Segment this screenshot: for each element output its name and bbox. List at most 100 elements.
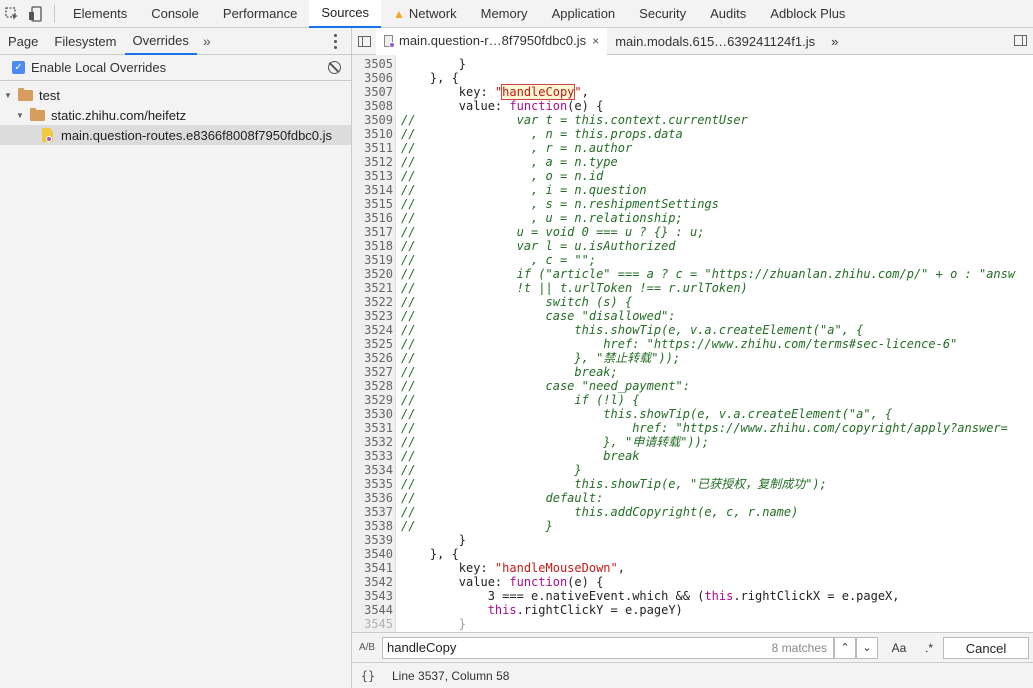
line-number[interactable]: 3530 bbox=[352, 407, 393, 421]
cancel-button[interactable]: Cancel bbox=[943, 637, 1029, 659]
code-line[interactable]: 3515 // , s = n.reshipmentSettings bbox=[352, 197, 1033, 211]
tab-adblock-plus[interactable]: Adblock Plus bbox=[758, 0, 857, 28]
line-number[interactable]: 3536 bbox=[352, 491, 393, 505]
editor-tab-question-routes[interactable]: main.question-r…8f7950fdbc0.js × bbox=[376, 27, 608, 55]
code-line[interactable]: 3513 // , o = n.id bbox=[352, 169, 1033, 183]
line-number[interactable]: 3527 bbox=[352, 365, 393, 379]
tab-sources[interactable]: Sources bbox=[309, 0, 382, 28]
line-number[interactable]: 3514 bbox=[352, 183, 393, 197]
line-number[interactable]: 3515 bbox=[352, 197, 393, 211]
next-match-button[interactable]: ⌄ bbox=[856, 636, 878, 659]
code-line[interactable]: 3519 // , c = ""; bbox=[352, 253, 1033, 267]
line-number[interactable]: 3516 bbox=[352, 211, 393, 225]
line-number[interactable]: 3542 bbox=[352, 575, 393, 589]
line-number[interactable]: 3506 bbox=[352, 71, 393, 85]
line-number[interactable]: 3525 bbox=[352, 337, 393, 351]
expand-arrow-icon[interactable]: ▼ bbox=[14, 111, 26, 120]
line-number[interactable]: 3509 bbox=[352, 113, 393, 127]
search-input[interactable] bbox=[387, 640, 687, 655]
code-line[interactable]: 3525 // href: "https://www.zhihu.com/term… bbox=[352, 337, 1033, 351]
line-number[interactable]: 3526 bbox=[352, 351, 393, 365]
line-number[interactable]: 3520 bbox=[352, 267, 393, 281]
pretty-print-button[interactable]: {} bbox=[352, 669, 384, 683]
line-number[interactable]: 3511 bbox=[352, 141, 393, 155]
toggle-navigator-icon[interactable] bbox=[352, 28, 376, 55]
code-line[interactable]: 3536 // default: bbox=[352, 491, 1033, 505]
regex-button[interactable]: .* bbox=[914, 637, 944, 659]
more-options-icon[interactable] bbox=[327, 32, 343, 50]
line-number[interactable]: 3518 bbox=[352, 239, 393, 253]
toggle-debugger-icon[interactable] bbox=[1014, 35, 1027, 46]
code-line[interactable]: 3517 // u = void 0 === u ? {} : u; bbox=[352, 225, 1033, 239]
tab-elements[interactable]: Elements bbox=[61, 0, 139, 28]
enable-overrides-row[interactable]: ✓ Enable Local Overrides bbox=[0, 55, 351, 81]
expand-arrow-icon[interactable]: ▼ bbox=[2, 91, 14, 100]
code-line[interactable]: 3516 // , u = n.relationship; bbox=[352, 211, 1033, 225]
code-line[interactable]: 3512 // , a = n.type bbox=[352, 155, 1033, 169]
line-number[interactable]: 3513 bbox=[352, 169, 393, 183]
line-number[interactable]: 3533 bbox=[352, 449, 393, 463]
line-number[interactable]: 3535 bbox=[352, 477, 393, 491]
code-line[interactable]: 3520 // if ("article" === a ? c = "https:… bbox=[352, 267, 1033, 281]
tab-console[interactable]: Console bbox=[139, 0, 211, 28]
code-line[interactable]: 3505 } bbox=[352, 57, 1033, 71]
code-line[interactable]: 3527 // break; bbox=[352, 365, 1033, 379]
close-icon[interactable]: × bbox=[592, 34, 599, 48]
code-line[interactable]: 3526 // }, "禁止转载")); bbox=[352, 351, 1033, 365]
line-number[interactable]: 3519 bbox=[352, 253, 393, 267]
code-line[interactable]: 3506 }, { bbox=[352, 71, 1033, 85]
tree-item-test[interactable]: ▼ test bbox=[0, 85, 351, 105]
code-line[interactable]: 3533 // break bbox=[352, 449, 1033, 463]
code-line[interactable]: 3537 // this.addCopyright(e, c, r.name) bbox=[352, 505, 1033, 519]
code-line[interactable]: 3521 // !t || t.urlToken !== r.urlToken) bbox=[352, 281, 1033, 295]
line-number[interactable]: 3538 bbox=[352, 519, 393, 533]
code-line[interactable]: 3508 value: function(e) { bbox=[352, 99, 1033, 113]
line-number[interactable]: 3528 bbox=[352, 379, 393, 393]
code-line[interactable]: 3518 // var l = u.isAuthorized bbox=[352, 239, 1033, 253]
line-number[interactable]: 3544 bbox=[352, 603, 393, 617]
code-line[interactable]: 3542 value: function(e) { bbox=[352, 575, 1033, 589]
tab-audits[interactable]: Audits bbox=[698, 0, 758, 28]
line-number[interactable]: 3543 bbox=[352, 589, 393, 603]
tree-item-file[interactable]: main.question-routes.e8366f8008f7950fdbc… bbox=[0, 125, 351, 145]
line-number[interactable]: 3531 bbox=[352, 421, 393, 435]
code-line[interactable]: 3538 // } bbox=[352, 519, 1033, 533]
clear-overrides-icon[interactable] bbox=[328, 61, 341, 74]
tree-item-heifetz[interactable]: ▼ static.zhihu.com/heifetz bbox=[0, 105, 351, 125]
tab-application[interactable]: Application bbox=[540, 0, 628, 28]
code-line[interactable]: 3522 // switch (s) { bbox=[352, 295, 1033, 309]
line-number[interactable]: 3510 bbox=[352, 127, 393, 141]
tab-security[interactable]: Security bbox=[627, 0, 698, 28]
line-number[interactable]: 3523 bbox=[352, 309, 393, 323]
tab-filesystem[interactable]: Filesystem bbox=[46, 28, 124, 55]
code-line[interactable]: 3543 3 === e.nativeEvent.which && (this.… bbox=[352, 589, 1033, 603]
previous-match-button[interactable]: ⌃ bbox=[834, 636, 856, 659]
line-number[interactable]: 3524 bbox=[352, 323, 393, 337]
line-number[interactable]: 3522 bbox=[352, 295, 393, 309]
tab-memory[interactable]: Memory bbox=[469, 0, 540, 28]
code-line[interactable]: 3545 } bbox=[352, 617, 1033, 631]
tab-overrides[interactable]: Overrides bbox=[124, 28, 197, 55]
more-editor-tabs-icon[interactable]: » bbox=[823, 28, 846, 55]
code-line[interactable]: 3523 // case "disallowed": bbox=[352, 309, 1033, 323]
line-number[interactable]: 3532 bbox=[352, 435, 393, 449]
more-tabs-icon[interactable]: » bbox=[197, 33, 217, 49]
device-toolbar-icon[interactable] bbox=[24, 0, 48, 28]
code-line[interactable]: 3514 // , i = n.question bbox=[352, 183, 1033, 197]
code-line[interactable]: 3544 this.rightClickY = e.pageY) bbox=[352, 603, 1033, 617]
code-line[interactable]: 3528 // case "need_payment": bbox=[352, 379, 1033, 393]
code-line[interactable]: 3531 // href: "https://www.zhihu.com/copy… bbox=[352, 421, 1033, 435]
code-line[interactable]: 3539 } bbox=[352, 533, 1033, 547]
line-number[interactable]: 3541 bbox=[352, 561, 393, 575]
line-number[interactable]: 3517 bbox=[352, 225, 393, 239]
code-line[interactable]: 3511 // , r = n.author bbox=[352, 141, 1033, 155]
line-number[interactable]: 3529 bbox=[352, 393, 393, 407]
line-number[interactable]: 3537 bbox=[352, 505, 393, 519]
line-number[interactable]: 3521 bbox=[352, 281, 393, 295]
line-number[interactable]: 3505 bbox=[352, 57, 393, 71]
code-line[interactable]: 3535 // this.showTip(e, "已获授权，复制成功"); bbox=[352, 477, 1033, 491]
enable-overrides-checkbox[interactable]: ✓ bbox=[12, 61, 25, 74]
line-number[interactable]: 3512 bbox=[352, 155, 393, 169]
code-line[interactable]: 3524 // this.showTip(e, v.a.createElement… bbox=[352, 323, 1033, 337]
editor-tab-modals[interactable]: main.modals.615…639241124f1.js bbox=[607, 28, 823, 55]
